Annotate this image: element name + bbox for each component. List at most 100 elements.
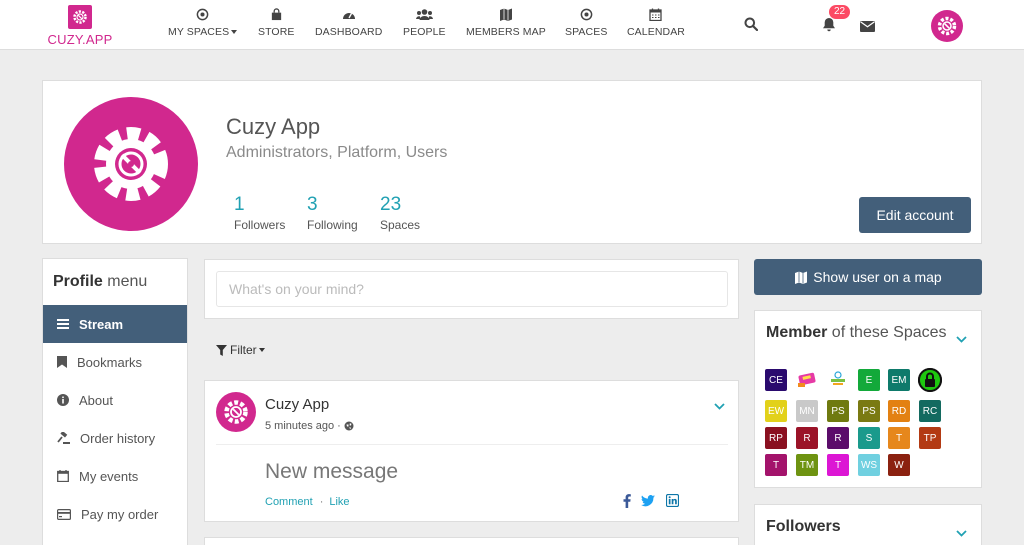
space-tile[interactable]: T — [827, 454, 849, 476]
space-tile[interactable]: E — [858, 369, 880, 391]
show-user-on-map-button[interactable]: Show user on a map — [754, 259, 982, 295]
twitter-icon — [641, 495, 655, 507]
space-tile[interactable]: CE — [765, 369, 787, 391]
map-icon — [795, 271, 808, 284]
followers-title: Followers — [766, 518, 841, 535]
bars-icon — [57, 319, 69, 329]
profile-name: Cuzy App — [226, 114, 321, 139]
menu-item-order-history[interactable]: Order history — [43, 419, 187, 457]
stat-followers[interactable]: 1 Followers — [234, 194, 285, 232]
profile-avatar[interactable] — [64, 97, 198, 231]
share-facebook-button[interactable] — [623, 494, 631, 513]
entry-options-button[interactable] — [714, 397, 725, 415]
collapse-spaces-button[interactable] — [956, 330, 967, 348]
stream-entry: Cuzy App 5 minutes ago · New message Com… — [204, 380, 739, 522]
menu-item-bookmarks[interactable]: Bookmarks — [43, 343, 187, 381]
space-tile[interactable]: RP — [765, 427, 787, 449]
profile-menu-title: Profile menu — [53, 273, 148, 290]
gear-logo-icon — [937, 16, 957, 36]
info-circle-icon — [57, 394, 69, 406]
menu-item-pay-my-order[interactable]: Pay my order — [43, 495, 187, 533]
member-spaces-title: Member of these Spaces — [766, 324, 947, 341]
nav-spaces[interactable]: SPACES — [565, 8, 607, 38]
profile-menu: Profile menu Stream Bookmarks About Orde… — [42, 258, 188, 545]
stat-following[interactable]: 3 Following — [307, 194, 358, 232]
chevron-down-icon — [956, 336, 967, 343]
gear-logo-icon — [94, 127, 168, 201]
nav-store[interactable]: STORE — [258, 8, 294, 38]
dot-circle-icon — [580, 8, 593, 21]
users-icon — [415, 9, 433, 20]
chevron-down-icon — [714, 403, 725, 410]
profile-header: Cuzy App Administrators, Platform, Users… — [42, 80, 982, 244]
menu-item-my-events[interactable]: My events — [43, 457, 187, 495]
entry-message: New message — [265, 460, 399, 483]
collapse-followers-button[interactable] — [956, 524, 967, 542]
menu-item-stream[interactable]: Stream — [43, 305, 187, 343]
space-tile[interactable]: R — [827, 427, 849, 449]
space-tile[interactable]: RC — [919, 400, 941, 422]
entry-author-name[interactable]: Cuzy App — [265, 396, 329, 413]
gavel-icon — [57, 432, 70, 444]
top-navbar: CUZY.APP MY SPACES STORE DASHBOARD PEOPL… — [0, 0, 1024, 50]
app-logo[interactable]: CUZY.APP — [46, 5, 114, 47]
nav-calendar[interactable]: CALENDAR — [627, 8, 685, 38]
caret-down-icon — [231, 30, 238, 35]
space-tile[interactable]: T — [888, 427, 910, 449]
share-twitter-button[interactable] — [641, 494, 655, 512]
globe-icon — [344, 421, 354, 431]
space-tile[interactable] — [796, 369, 818, 391]
space-tile[interactable]: TP — [919, 427, 941, 449]
space-logo-image — [798, 372, 816, 387]
comment-link[interactable]: Comment — [265, 496, 313, 508]
user-avatar-menu[interactable] — [931, 10, 963, 42]
nav-my-spaces[interactable]: MY SPACES — [168, 8, 238, 38]
space-tile[interactable]: W — [888, 454, 910, 476]
space-logo-image — [831, 371, 845, 385]
space-tile[interactable]: PS — [827, 400, 849, 422]
notifications-button[interactable] — [822, 17, 836, 37]
nav-dashboard[interactable]: DASHBOARD — [315, 8, 382, 38]
whats-on-your-mind-input[interactable]: What's on your mind? — [216, 271, 728, 307]
calendar-icon — [649, 8, 663, 21]
credit-card-icon — [57, 508, 71, 520]
messages-button[interactable] — [860, 19, 875, 37]
gear-logo-icon — [224, 400, 248, 424]
space-tile[interactable] — [827, 369, 849, 391]
space-tile[interactable]: R — [796, 427, 818, 449]
bookmark-icon — [57, 356, 67, 368]
stat-spaces[interactable]: 23 Spaces — [380, 194, 420, 232]
dashboard-gauge-icon — [342, 13, 355, 19]
notification-count-badge: 22 — [829, 5, 851, 19]
edit-account-button[interactable]: Edit account — [859, 197, 971, 233]
gear-logo-icon — [68, 5, 92, 29]
space-tile[interactable]: S — [858, 427, 880, 449]
space-tile[interactable]: EM — [888, 369, 910, 391]
chevron-down-icon — [956, 530, 967, 537]
space-tile[interactable]: PS — [858, 400, 880, 422]
nav-people[interactable]: PEOPLE — [403, 8, 446, 38]
map-icon — [499, 8, 512, 21]
nav-members-map[interactable]: MEMBERS MAP — [466, 8, 546, 38]
space-tile[interactable] — [918, 368, 942, 392]
entry-author-avatar[interactable] — [216, 392, 256, 432]
facebook-icon — [623, 494, 631, 508]
space-tile[interactable]: RD — [888, 400, 910, 422]
stream-entry — [204, 537, 739, 545]
like-link[interactable]: Like — [329, 496, 349, 508]
space-tile[interactable]: WS — [858, 454, 880, 476]
space-tile[interactable]: EW — [765, 400, 787, 422]
dot-circle-icon — [196, 8, 209, 21]
app-name: CUZY.APP — [47, 32, 113, 47]
space-tile[interactable]: MN — [796, 400, 818, 422]
search-button[interactable] — [744, 17, 759, 36]
lock-icon — [918, 368, 942, 392]
space-tile[interactable]: T — [765, 454, 787, 476]
share-linkedin-button[interactable] — [665, 493, 680, 512]
member-spaces-panel: Member of these Spaces CE E EM EW MN PS … — [754, 310, 982, 488]
menu-item-about[interactable]: About — [43, 381, 187, 419]
bell-icon — [823, 18, 835, 32]
space-tile[interactable]: TM — [796, 454, 818, 476]
entry-timestamp: 5 minutes ago · — [265, 420, 354, 432]
filter-dropdown[interactable]: Filter — [216, 343, 265, 357]
